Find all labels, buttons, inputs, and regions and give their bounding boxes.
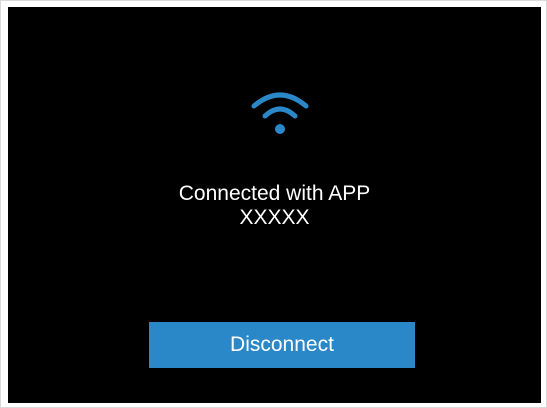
connection-status-text: Connected with APP xyxy=(178,182,371,205)
disconnect-button[interactable]: Disconnect xyxy=(149,322,415,368)
app-name-text: XXXXX xyxy=(239,206,310,229)
connection-screen: Connected with APP XXXXX Disconnect xyxy=(8,7,541,403)
device-frame: Connected with APP XXXXX Disconnect xyxy=(0,0,547,408)
wifi-icon xyxy=(251,92,309,134)
